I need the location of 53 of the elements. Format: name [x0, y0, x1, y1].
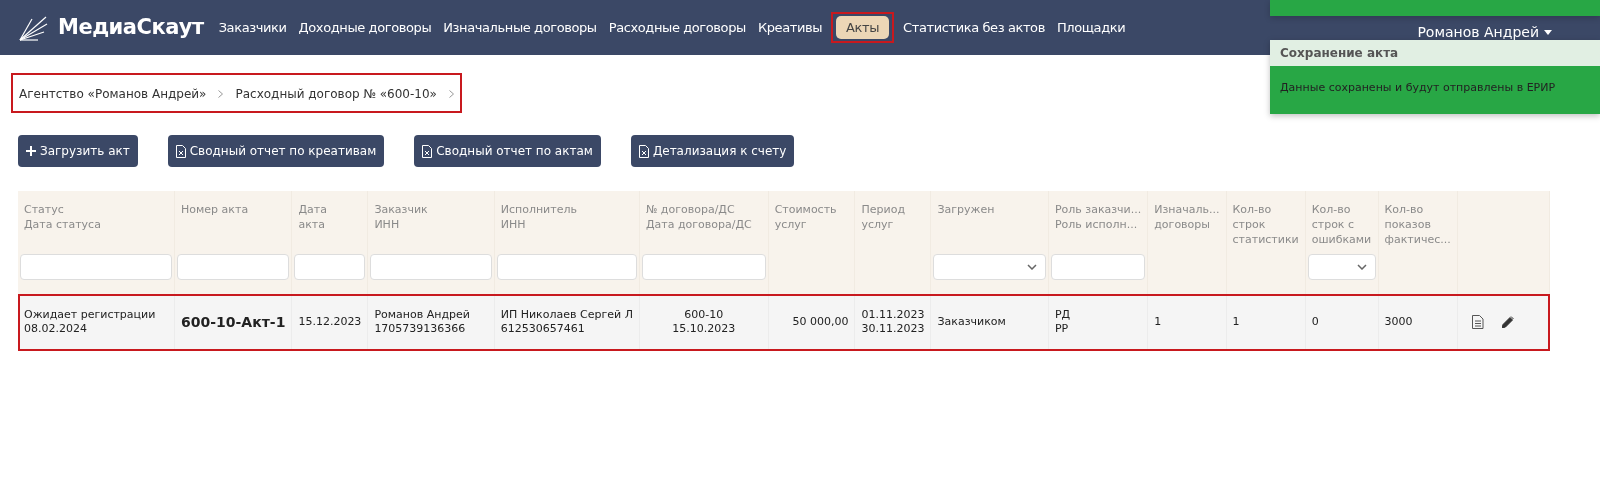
- table-cell-text: РД РР: [1054, 307, 1072, 338]
- filter-field[interactable]: [496, 253, 637, 280]
- breadcrumb-link[interactable]: Расходный договор № «600-10»: [235, 85, 437, 103]
- nav-link[interactable]: Изначальные договоры: [440, 13, 600, 42]
- toolbar-button[interactable]: Сводный отчет по актам: [414, 135, 601, 167]
- breadcrumb-link[interactable]: Агентство «Романов Андрей»: [19, 85, 207, 103]
- filter-field[interactable]: [177, 253, 290, 280]
- nav-link[interactable]: Заказчики: [215, 13, 290, 42]
- table-cell: 01.11.2023 30.11.2023: [861, 307, 925, 338]
- table-cell-text: 0: [1311, 314, 1320, 330]
- plus-icon: [26, 146, 36, 156]
- nav-link[interactable]: Доходные договоры: [295, 13, 435, 42]
- table-cell: ИП Николаев Сергей Л 612530657461: [500, 307, 633, 338]
- filter-select[interactable]: [1307, 253, 1376, 280]
- toolbar-button[interactable]: Сводный отчет по креативам: [167, 135, 385, 167]
- chevron-right-icon: [218, 90, 224, 98]
- chevron-down-icon: [1356, 263, 1367, 270]
- table-cell-text: 3000: [1384, 314, 1414, 330]
- filter-field[interactable]: [1050, 253, 1146, 280]
- filter-field[interactable]: [641, 253, 766, 280]
- caret-icon: [1544, 30, 1552, 35]
- nav-link[interactable]: Статистика без актов: [900, 13, 1048, 42]
- table-cell-text: Заказчиком: [937, 314, 1007, 330]
- logo-icon: [18, 14, 48, 41]
- filter-field[interactable]: [20, 253, 173, 280]
- brand-name[interactable]: МедиаСкаут: [58, 11, 204, 44]
- nav-link[interactable]: Площадки: [1053, 13, 1129, 42]
- toast-title: Сохранение акта: [1270, 40, 1600, 66]
- filter-field[interactable]: [370, 253, 492, 280]
- chevron-right-icon: [448, 90, 454, 98]
- table-cell: 15.12.2023: [298, 314, 362, 330]
- table-cell-text: 600-10 15.10.2023: [671, 307, 737, 338]
- table-cell-text: Ожидает регистрации 08.02.2024: [24, 307, 157, 338]
- table-cell-text: 50 000,00: [791, 314, 849, 330]
- filter-select[interactable]: [933, 253, 1046, 280]
- table-cell-text: 1: [1154, 314, 1163, 330]
- spreadsheet-file-icon: [638, 144, 649, 158]
- filter-field[interactable]: [294, 253, 366, 280]
- user-menu[interactable]: Романов Андрей: [1417, 22, 1552, 43]
- nav-link[interactable]: Креативы: [754, 13, 826, 42]
- table-cell: 600-10-Акт-1: [181, 312, 286, 332]
- spreadsheet-file-icon: [175, 144, 186, 158]
- toolbar-button[interactable]: Загрузить акт: [18, 135, 138, 167]
- document-icon[interactable]: [1471, 314, 1484, 329]
- table-cell-text: 1: [1232, 314, 1241, 330]
- chevron-down-icon: [1026, 263, 1037, 270]
- toast-message: Данные сохранены и будут отправлены в ЕРИР: [1270, 66, 1600, 114]
- nav-link[interactable]: Расходные договоры: [605, 13, 749, 42]
- pencil-icon[interactable]: [1501, 315, 1514, 328]
- nav-link[interactable]: Акты: [836, 15, 890, 39]
- spreadsheet-file-icon: [422, 144, 433, 158]
- toolbar-button[interactable]: Детализация к счету: [630, 135, 795, 167]
- table-cell-text: Романов Андрей 1705739136366: [374, 307, 471, 338]
